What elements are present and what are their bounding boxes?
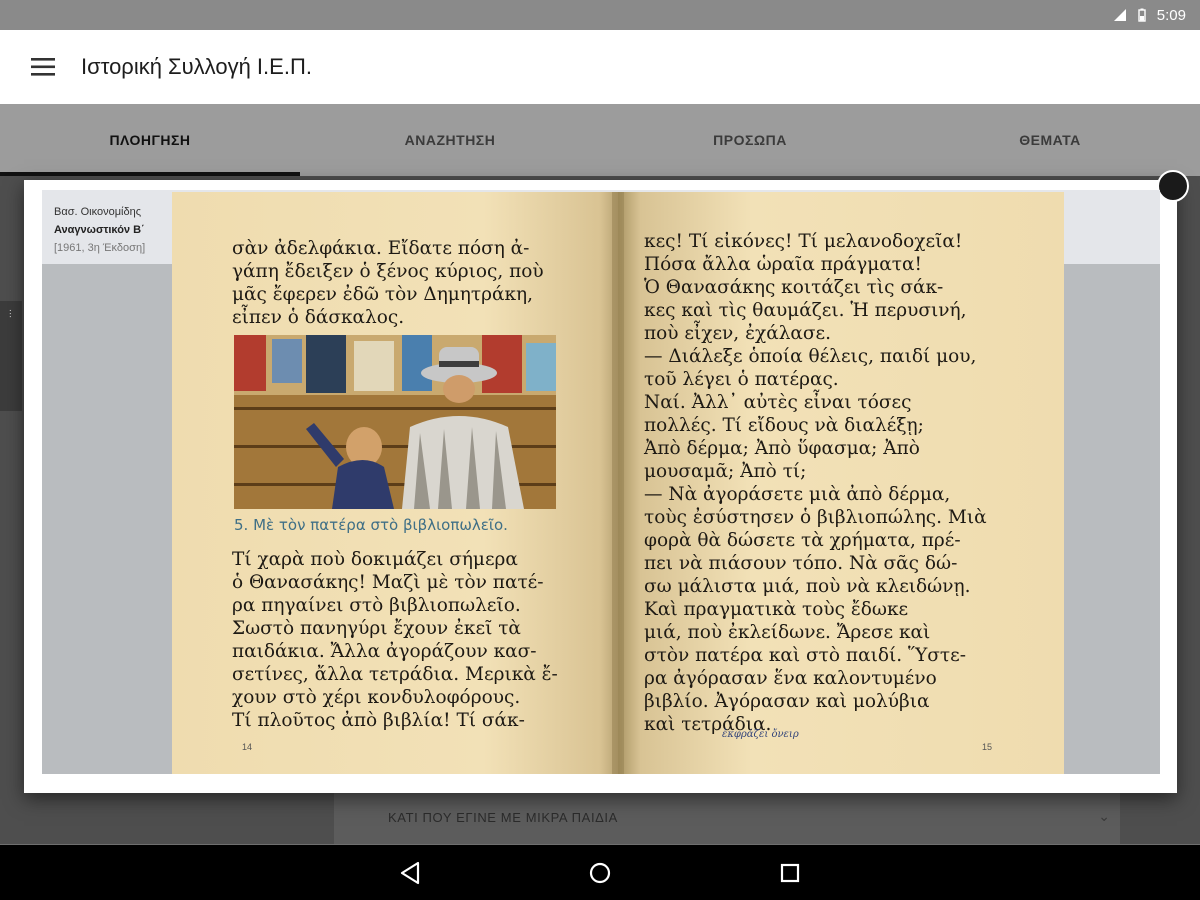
text-line: εἶπεν ὁ δάσκαλος. bbox=[232, 307, 405, 328]
right-page-text: κες! Τί εἰκόνες! Τί μελανοδοχεῖα! Πόσα ἄ… bbox=[644, 230, 1014, 736]
signal-icon bbox=[1113, 9, 1126, 21]
text-line: — Διάλεξε ὁποία θέλεις, παιδί μου, bbox=[644, 346, 977, 367]
text-line: Ὁ Θανασάκης κοιτάζει τὶς σάκ- bbox=[644, 277, 944, 298]
book-author: Βασ. Οικονομίδης bbox=[54, 206, 142, 218]
book-scan: σὰν ἀδελφάκια. Εἴδατε πόση ἀ- γάπη ἔδειξ… bbox=[172, 192, 1064, 774]
text-line: τοὺς ἐσύστησεν ὁ βιβλιοπώλης. Μιὰ bbox=[644, 507, 987, 528]
close-button[interactable] bbox=[1157, 170, 1189, 202]
text-line: Τί πλοῦτος ἀπὸ βιβλία! Τί σάκ- bbox=[232, 710, 525, 731]
navigation-bar bbox=[0, 845, 1200, 900]
tab-browse[interactable]: ΠΛΟΗΓΗΣΗ bbox=[0, 104, 300, 176]
battery-icon bbox=[1138, 8, 1146, 22]
list-item[interactable]: ΚΑΤΙ ΠΟΥ ΕΓΙΝΕ ΜΕ ΜΙΚΡΑ ΠΑΙΔΙΑ bbox=[388, 810, 618, 825]
left-page-number: 14 bbox=[242, 742, 253, 752]
text-line: μουσαμᾶ; Ἀπὸ τί; bbox=[644, 461, 807, 482]
text-line: βιβλίο. Ἀγόρασαν καὶ μολύβια bbox=[644, 691, 930, 712]
text-line: Τί χαρὰ ποὺ δοκιμάζει σήμερα bbox=[232, 549, 518, 570]
text-line: Σωστὸ πανηγύρι ἔχουν ἐκεῖ τὰ bbox=[232, 618, 521, 639]
tab-search[interactable]: ΑΝΑΖΗΤΗΣΗ bbox=[300, 104, 600, 176]
chevron-down-icon: ⌄ bbox=[1098, 808, 1110, 824]
left-page-text-top: σὰν ἀδελφάκια. Εἴδατε πόση ἀ- γάπη ἔδειξ… bbox=[232, 237, 592, 329]
text-line: Ναί. Ἀλλ᾽ αὐτὲς εἶναι τόσες bbox=[644, 392, 912, 413]
app-title: Ιστορική Συλλογή Ι.Ε.Π. bbox=[81, 54, 312, 79]
illustration-bookshop bbox=[234, 335, 556, 509]
tab-topics[interactable]: ΘΕΜΑΤΑ bbox=[900, 104, 1200, 176]
text-line: χουν στὸ χέρι κονδυλοφόρους. bbox=[232, 687, 521, 708]
text-line: σω μάλιστα μιά, ποὺ νὰ κλειδώνῃ. bbox=[644, 576, 971, 597]
text-line: ρα ἀγόρασαν ἕνα καλοντυμένο bbox=[644, 668, 937, 689]
text-line: σὰν ἀδελφάκια. Εἴδατε πόση ἀ- bbox=[232, 238, 530, 259]
text-line: φορὰ θὰ δώσετε τὰ χρήματα, πρέ- bbox=[644, 530, 961, 551]
illustration-image bbox=[234, 335, 556, 509]
app-bar: Ιστορική Συλλογή Ι.Ε.Π. bbox=[0, 30, 1200, 104]
book-edition: [1961, 3η Έκδοση] bbox=[54, 242, 146, 254]
home-icon[interactable] bbox=[586, 859, 614, 887]
text-line: ρα πηγαίνει στὸ βιβλιοπωλεῖο. bbox=[232, 595, 521, 616]
status-bar: 5:09 bbox=[0, 0, 1200, 30]
dialog-content: Βασ. Οικονομίδης Αναγνωστικόν Β΄ [1961, … bbox=[42, 190, 1160, 774]
tab-bar: ΠΛΟΗΓΗΣΗ ΑΝΑΖΗΤΗΣΗ ΠΡΟΣΩΠΑ ΘΕΜΑΤΑ bbox=[0, 104, 1200, 176]
text-line: παιδάκια. Ἄλλα ἀγοράζουν κασ- bbox=[232, 641, 537, 662]
book-title: Αναγνωστικόν Β΄ bbox=[54, 224, 145, 236]
text-line: πολλές. Τί εἴδους νὰ διαλέξῃ; bbox=[644, 415, 924, 436]
text-line: Πόσα ἄλλα ὡραῖα πράγματα! bbox=[644, 254, 922, 275]
left-page-text-bottom: Τί χαρὰ ποὺ δοκιμάζει σήμερα ὁ Θανασάκης… bbox=[232, 548, 592, 732]
illustration-caption: 5. Μὲ τὸν πατέρα στὸ βιβλιοπωλεῖο. bbox=[234, 516, 508, 534]
hamburger-icon bbox=[31, 58, 55, 76]
back-icon[interactable] bbox=[396, 859, 424, 887]
text-line: πει νὰ πιάσουν τόπο. Νὰ σᾶς δώ- bbox=[644, 553, 958, 574]
text-line: κες! Τί εἰκόνες! Τί μελανοδοχεῖα! bbox=[644, 231, 963, 252]
text-line: σετίνες, ἄλλα τετράδια. Μερικὰ ἔ- bbox=[232, 664, 558, 685]
text-line: — Νὰ ἀγοράσετε μιὰ ἀπὸ δέρμα, bbox=[644, 484, 951, 505]
text-line: μᾶς ἔφερεν ἐδῶ τὸν Δημητράκη, bbox=[232, 284, 534, 305]
tab-persons[interactable]: ΠΡΟΣΩΠΑ bbox=[600, 104, 900, 176]
text-line: Ἀπὸ δέρμα; Ἀπὸ ὕφασμα; Ἀπὸ bbox=[644, 438, 920, 459]
text-line: Καὶ πραγματικὰ τοὺς ἔδωκε bbox=[644, 599, 909, 620]
text-line: τοῦ λέγει ὁ πατέρας. bbox=[644, 369, 839, 390]
text-line: καὶ τετράδια. bbox=[644, 714, 772, 735]
menu-button[interactable] bbox=[19, 43, 67, 91]
text-line: στὸν πατέρα καὶ στὸ παιδί. Ὕστε- bbox=[644, 645, 966, 666]
text-line: ποὺ εἶχεν, ἐχάλασε. bbox=[644, 323, 832, 344]
image-viewer-dialog: Βασ. Οικονομίδης Αναγνωστικόν Β΄ [1961, … bbox=[24, 170, 1189, 793]
handwritten-note: ἐκφράζει ὄνειρ bbox=[722, 729, 799, 740]
text-line: ὁ Θανασάκης! Μαζὶ μὲ τὸν πατέ- bbox=[232, 572, 544, 593]
text-line: μιά, ποὺ ἐκλείδωνε. Ἄρεσε καὶ bbox=[644, 622, 931, 643]
recents-icon[interactable] bbox=[776, 859, 804, 887]
right-page-number: 15 bbox=[982, 742, 993, 752]
status-time: 5:09 bbox=[1156, 6, 1186, 24]
book-gutter bbox=[612, 192, 624, 774]
text-line: κες καὶ τὶς θαυμάζει. Ἡ περυσινή, bbox=[644, 300, 967, 321]
side-drawer-handle[interactable]: ... bbox=[0, 301, 22, 411]
text-line: γάπη ἔδειξεν ὁ ξένος κύριος, ποὺ bbox=[232, 261, 544, 282]
